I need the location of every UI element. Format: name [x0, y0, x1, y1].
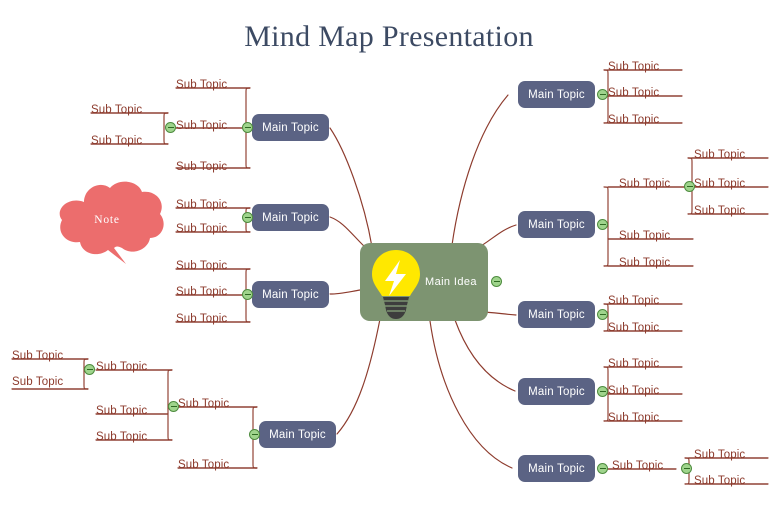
sub-topic-node[interactable]: Sub Topic — [694, 474, 768, 488]
sub-topic-node[interactable]: Sub Topic — [12, 349, 86, 363]
connector-central-left-3 — [329, 289, 361, 295]
sub-topic-node[interactable]: Sub Topic — [608, 60, 682, 74]
sub-topic-node[interactable]: Sub Topic — [91, 103, 165, 117]
main-topic-node[interactable]: Main Topic — [518, 378, 595, 405]
sub-topic-node[interactable]: Sub Topic — [608, 86, 682, 100]
collapse-toggle-mt-right-4[interactable] — [597, 386, 608, 397]
collapse-toggle-tg-l1-sub[interactable] — [165, 122, 176, 133]
note-callout[interactable]: Note — [48, 176, 166, 274]
sub-topic-node[interactable]: Sub Topic — [176, 285, 250, 299]
sub-topic-node[interactable]: Sub Topic — [176, 198, 250, 212]
sub-topic-node[interactable]: Sub Topic — [619, 256, 693, 270]
main-topic-label: Main Topic — [262, 288, 319, 301]
sub-topic-node[interactable]: Sub Topic — [178, 458, 252, 472]
sub-topic-node[interactable]: Sub Topic — [96, 404, 170, 418]
note-cloud-icon — [59, 181, 164, 264]
collapse-toggle-tg-l4-sub[interactable] — [168, 401, 179, 412]
sub-topic-node[interactable]: Sub Topic — [178, 397, 252, 411]
sub-topic-node[interactable]: Sub Topic — [176, 259, 250, 273]
sub-topic-node[interactable]: Sub Topic — [176, 312, 250, 326]
sub-topic-node[interactable]: Sub Topic — [608, 357, 682, 371]
main-topic-label: Main Topic — [528, 88, 585, 101]
collapse-toggle-tg-l4-sub2[interactable] — [84, 364, 95, 375]
collapse-toggle-central[interactable] — [491, 276, 502, 287]
main-topic-label: Main Topic — [269, 428, 326, 441]
main-topic-node[interactable]: Main Topic — [518, 211, 595, 238]
sub-topic-node[interactable]: Sub Topic — [96, 360, 170, 374]
sub-topic-node[interactable]: Sub Topic — [176, 119, 242, 133]
collapse-toggle-mt-right-5[interactable] — [597, 463, 608, 474]
sub-topic-node[interactable]: Sub Topic — [612, 459, 686, 473]
connector-central-left-4 — [336, 318, 381, 435]
note-label: Note — [94, 214, 120, 226]
page-title: Mind Map Presentation — [244, 20, 534, 53]
main-topic-label: Main Topic — [262, 211, 319, 224]
sub-topic-node[interactable]: Sub Topic — [12, 375, 86, 389]
main-topic-label: Main Topic — [528, 218, 585, 231]
sub-topic-node[interactable]: Sub Topic — [608, 411, 682, 425]
main-topic-node[interactable]: Main Topic — [518, 455, 595, 482]
collapse-toggle-tg-r5-sub[interactable] — [681, 463, 692, 474]
sub-topic-node[interactable]: Sub Topic — [694, 177, 768, 191]
sub-topic-node[interactable]: Sub Topic — [694, 148, 768, 162]
sub-topic-node[interactable]: Sub Topic — [608, 384, 682, 398]
main-topic-node[interactable]: Main Topic — [252, 281, 329, 308]
lightbulb-icon — [372, 250, 420, 319]
mind-map-canvas: Mind Map Presentation Note Main Idea Mai… — [0, 0, 778, 509]
sub-topic-node[interactable]: Sub Topic — [694, 204, 768, 218]
connector-central-right-1 — [451, 94, 509, 246]
collapse-toggle-mt-right-1[interactable] — [597, 89, 608, 100]
collapse-toggle-mt-left-1[interactable] — [242, 122, 253, 133]
main-topic-label: Main Topic — [262, 121, 319, 134]
main-topic-node[interactable]: Main Topic — [518, 81, 595, 108]
main-topic-node[interactable]: Main Topic — [252, 114, 329, 141]
central-idea-node[interactable]: Main Idea — [360, 243, 488, 321]
sub-topic-node[interactable]: Sub Topic — [176, 78, 250, 92]
sub-topic-node[interactable]: Sub Topic — [96, 430, 170, 444]
sub-topic-node[interactable]: Sub Topic — [608, 113, 682, 127]
sub-topic-node[interactable]: Sub Topic — [91, 134, 165, 148]
connector-central-right-4 — [454, 319, 516, 392]
collapse-toggle-mt-left-3[interactable] — [242, 289, 253, 300]
main-topic-label: Main Topic — [528, 462, 585, 475]
main-topic-label: Main Topic — [528, 385, 585, 398]
connector-central-left-1 — [329, 127, 373, 248]
collapse-toggle-mt-left-4[interactable] — [249, 429, 260, 440]
collapse-toggle-mt-right-3[interactable] — [597, 309, 608, 320]
sub-topic-node[interactable]: Sub Topic — [176, 160, 250, 174]
collapse-toggle-mt-right-2[interactable] — [597, 219, 608, 230]
collapse-toggle-mt-left-2[interactable] — [242, 212, 253, 223]
main-topic-node[interactable]: Main Topic — [518, 301, 595, 328]
main-topic-node[interactable]: Main Topic — [252, 204, 329, 231]
sub-topic-node[interactable]: Sub Topic — [619, 177, 693, 191]
sub-topic-node[interactable]: Sub Topic — [176, 222, 250, 236]
main-topic-node[interactable]: Main Topic — [259, 421, 336, 448]
main-topic-label: Main Topic — [528, 308, 585, 321]
sub-topic-node[interactable]: Sub Topic — [608, 294, 682, 308]
collapse-toggle-tg-r2-sub[interactable] — [684, 181, 695, 192]
connector-central-right-5 — [429, 320, 513, 469]
central-idea-label: Main Idea — [425, 276, 477, 288]
sub-topic-node[interactable]: Sub Topic — [694, 448, 768, 462]
sub-topic-node[interactable]: Sub Topic — [619, 229, 693, 243]
sub-topic-node[interactable]: Sub Topic — [608, 321, 682, 335]
